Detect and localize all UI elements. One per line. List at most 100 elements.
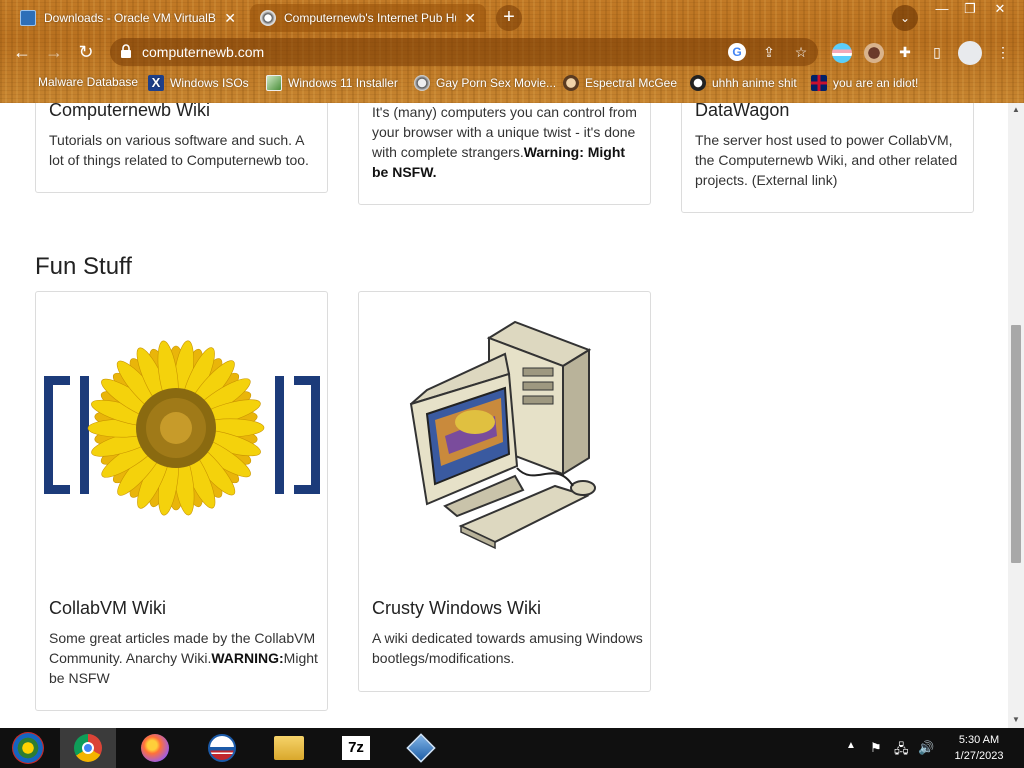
bookmarks-bar: Malware Database X Windows ISOs Windows … xyxy=(0,70,1024,98)
volume-icon[interactable]: 🔊 xyxy=(918,740,934,756)
taskbar: 7z ▲ ⚑ 🖧 🔊 5:30 AM 1/27/2023 xyxy=(0,728,1024,768)
chevron-down-icon: ⌄ xyxy=(899,11,911,25)
flag-icon xyxy=(811,75,827,91)
warning-label: WARNING: xyxy=(211,650,284,666)
reload-button[interactable]: ↻ xyxy=(73,39,99,65)
image-icon xyxy=(266,75,282,91)
bookmark-gay-porn[interactable]: Gay Porn Sex Movie... xyxy=(414,75,556,91)
start-icon xyxy=(12,732,44,764)
new-tab-button[interactable]: + xyxy=(496,5,522,31)
system-clock[interactable]: 5:30 AM 1/27/2023 xyxy=(944,732,1014,764)
show-hidden-icons-icon[interactable]: ▲ xyxy=(846,740,856,751)
bookmark-label: Gay Porn Sex Movie... xyxy=(436,76,557,90)
clock-time: 5:30 AM xyxy=(958,734,1000,746)
bookmark-windows-11-installer[interactable]: Windows 11 Installer xyxy=(266,75,398,91)
tab-computernewb[interactable]: Computernewb's Internet Pub Hub ✕ xyxy=(250,4,486,32)
obama-logo-icon xyxy=(208,734,236,762)
tab-strip: Downloads - Oracle VM VirtualBox ✕ Compu… xyxy=(0,0,1024,34)
card-collabvm[interactable]: It's (many) computers you can control fr… xyxy=(358,103,651,205)
bookmark-label: you are an idiot! xyxy=(833,76,919,90)
start-button[interactable] xyxy=(0,728,56,768)
card-description: A wiki dedicated towards amusing Windows… xyxy=(372,630,643,666)
network-icon[interactable]: 🖧 xyxy=(894,740,909,762)
taskbar-file-explorer[interactable] xyxy=(261,728,317,768)
trans-flag-extension-icon[interactable] xyxy=(832,43,852,63)
card-title: CollabVM Wiki xyxy=(49,598,167,618)
bookmark-anime[interactable]: uhhh anime shit xyxy=(690,75,797,91)
bookmark-label: uhhh anime shit xyxy=(712,76,797,90)
card-description: It's (many) computers you can control fr… xyxy=(372,103,644,182)
browser-chrome: Downloads - Oracle VM VirtualBox ✕ Compu… xyxy=(0,0,1024,103)
folder-icon xyxy=(274,736,304,760)
star-icon[interactable]: ☆ xyxy=(792,43,810,61)
retro-computer-image xyxy=(409,320,596,550)
avatar-extension-icon[interactable] xyxy=(864,43,884,63)
toolbar: ← → ↻ computernewb.com G ⇪ ☆ ✚ ▯ ⋮ xyxy=(0,34,1024,70)
card-title: DataWagon xyxy=(695,103,790,120)
tab-virtualbox-downloads[interactable]: Downloads - Oracle VM VirtualBox ✕ xyxy=(10,4,246,32)
card-collabvm-wiki[interactable]: CollabVM Wiki Some great articles made b… xyxy=(35,291,328,711)
card-description: Some great articles made by the CollabVM… xyxy=(49,628,321,688)
scrollbar-thumb[interactable] xyxy=(1011,325,1021,563)
bookmark-malware-database[interactable]: Malware Database xyxy=(38,75,138,89)
close-window-button[interactable]: ✕ xyxy=(986,0,1014,20)
7zip-icon: 7z xyxy=(342,736,370,760)
back-button[interactable]: ← xyxy=(9,39,35,65)
action-center-flag-icon[interactable]: ⚑ xyxy=(870,740,882,756)
tab-title: Computernewb's Internet Pub Hub xyxy=(284,11,457,25)
clock-date: 1/27/2023 xyxy=(954,750,1004,762)
profile-avatar-icon[interactable] xyxy=(958,41,982,65)
menu-kebab-icon[interactable]: ⋮ xyxy=(994,43,1012,61)
chrome-icon xyxy=(74,734,102,762)
card-computernewb-wiki[interactable]: Computernewb Wiki Tutorials on various s… xyxy=(35,103,328,193)
card-description: The server host used to power CollabVM, … xyxy=(695,132,958,188)
x-icon: X xyxy=(148,75,164,91)
google-icon[interactable]: G xyxy=(728,43,746,61)
minimize-button[interactable]: — xyxy=(928,0,956,20)
taskbar-chrome[interactable] xyxy=(60,728,116,768)
tab-title: Downloads - Oracle VM VirtualBox xyxy=(44,11,217,25)
bookmark-windows-isos[interactable]: X Windows ISOs xyxy=(148,75,249,91)
firefox-icon xyxy=(141,734,169,762)
bookmark-label: Windows ISOs xyxy=(170,76,249,90)
share-icon[interactable]: ⇪ xyxy=(760,43,778,61)
restore-button[interactable]: ❐ xyxy=(956,0,984,20)
sunflower-logo-image xyxy=(44,340,320,516)
section-title: Fun Stuff xyxy=(35,253,132,280)
virtualbox-icon xyxy=(20,10,36,26)
bookmark-label: Windows 11 Installer xyxy=(288,76,398,90)
close-icon[interactable]: ✕ xyxy=(464,10,476,27)
card-title: Computernewb Wiki xyxy=(49,103,211,120)
url-text: computernewb.com xyxy=(142,44,265,60)
virtualbox-icon xyxy=(406,733,436,763)
bookmark-espectral-mcgee[interactable]: Espectral McGee xyxy=(563,75,677,91)
taskbar-virtualbox[interactable] xyxy=(393,728,449,768)
bookmark-label: Espectral McGee xyxy=(585,76,678,90)
reload-icon: ↻ xyxy=(78,42,94,62)
card-crusty-windows-wiki[interactable]: Crusty Windows Wiki A wiki dedicated tow… xyxy=(358,291,651,692)
globe-icon xyxy=(414,75,430,91)
taskbar-7zip[interactable]: 7z xyxy=(328,728,384,768)
anime-icon xyxy=(690,75,706,91)
sidebar-icon[interactable]: ▯ xyxy=(928,43,946,61)
forward-button[interactable]: → xyxy=(41,39,67,65)
puzzle-icon[interactable]: ✚ xyxy=(896,43,914,61)
scroll-up-icon[interactable]: ▲ xyxy=(1011,105,1021,115)
bookmark-you-are-an-idiot[interactable]: you are an idiot! xyxy=(811,75,918,91)
address-bar[interactable]: computernewb.com G ⇪ ☆ xyxy=(110,38,818,66)
arrow-right-icon: → xyxy=(45,42,63,62)
avatar-icon xyxy=(563,75,579,91)
taskbar-obama[interactable] xyxy=(194,728,250,768)
scroll-down-icon[interactable]: ▼ xyxy=(1011,715,1021,725)
card-description: Tutorials on various software and such. … xyxy=(49,132,309,168)
card-title: Crusty Windows Wiki xyxy=(372,598,542,618)
tab-search-button[interactable]: ⌄ xyxy=(892,5,918,31)
lock-icon xyxy=(121,44,131,58)
arrow-left-icon: ← xyxy=(13,42,31,62)
taskbar-firefox[interactable] xyxy=(127,728,183,768)
page-scrollbar[interactable]: ▲ ▼ xyxy=(1008,103,1024,728)
close-icon[interactable]: ✕ xyxy=(224,10,236,27)
card-datawagon[interactable]: DataWagon The server host used to power … xyxy=(681,103,974,213)
computernewb-icon xyxy=(260,10,276,26)
bookmark-label: Malware Database xyxy=(38,75,139,89)
